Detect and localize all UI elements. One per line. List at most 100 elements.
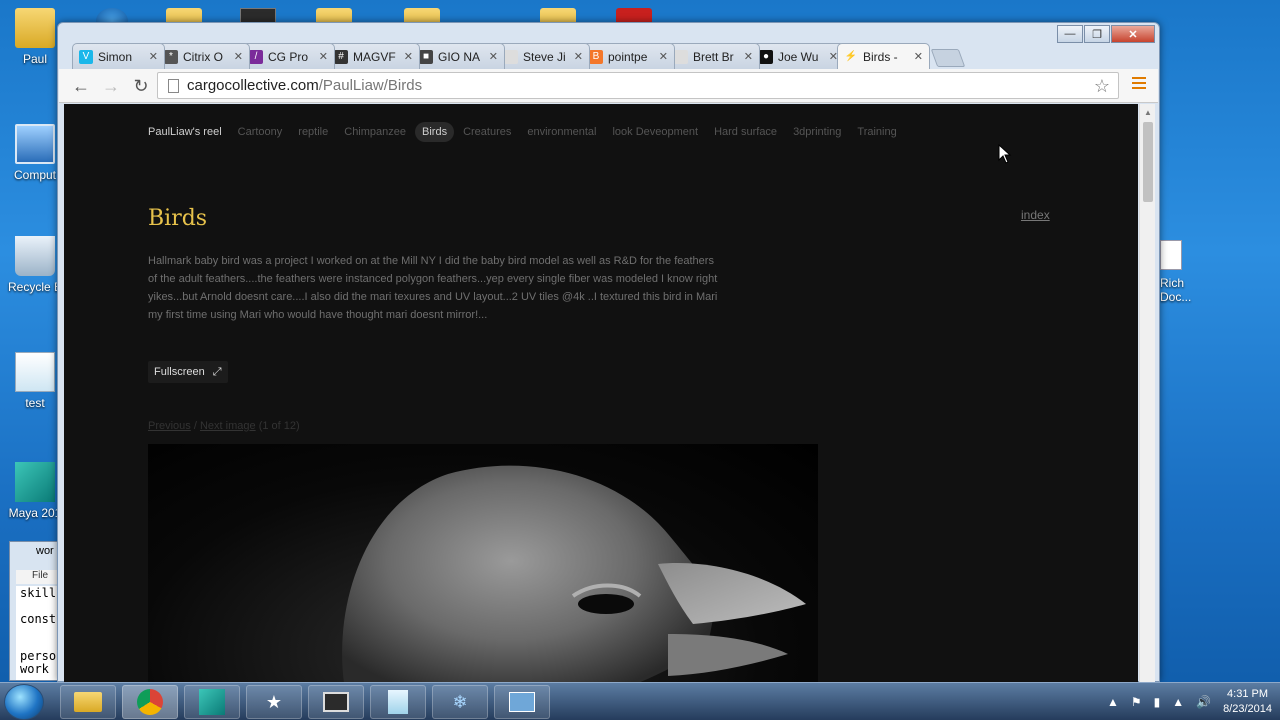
- tab-close-icon[interactable]: ✕: [234, 50, 243, 63]
- taskbar-notepad-button[interactable]: [370, 685, 426, 719]
- site-nav-item[interactable]: 3dprinting: [786, 122, 848, 142]
- bird-head-shape: [342, 465, 718, 683]
- maximize-button[interactable]: ❐: [1084, 25, 1110, 43]
- browser-tab[interactable]: Bpointpe ✕: [582, 43, 675, 69]
- snowflake-icon: ❄: [452, 691, 468, 712]
- notepad-menu-file[interactable]: File: [16, 570, 60, 584]
- taskbar-monitor-button[interactable]: [308, 685, 364, 719]
- tab-close-icon[interactable]: ✕: [744, 50, 753, 63]
- bird-eye-shape: [578, 594, 634, 614]
- show-hidden-icons[interactable]: ▲: [1107, 695, 1119, 709]
- tab-close-icon[interactable]: ✕: [404, 50, 413, 63]
- tab-close-icon[interactable]: ✕: [914, 50, 923, 63]
- notepad-line: perso work: [20, 649, 57, 676]
- folder-icon: [74, 692, 102, 712]
- next-image-link[interactable]: Next image: [200, 420, 256, 432]
- fullscreen-label: Fullscreen: [154, 366, 205, 378]
- tab-favicon-icon: #: [334, 49, 348, 64]
- minimize-button[interactable]: —: [1057, 25, 1083, 43]
- browser-tab[interactable]: V Simon ✕: [72, 43, 165, 69]
- back-button[interactable]: ←: [69, 75, 93, 97]
- tab-favicon-icon: B: [589, 49, 603, 64]
- index-link[interactable]: index: [1021, 208, 1050, 222]
- forward-button[interactable]: →: [99, 75, 123, 97]
- site-nav-item[interactable]: Chimpanzee: [337, 122, 413, 142]
- tab-close-icon[interactable]: ✕: [319, 50, 328, 63]
- browser-tab[interactable]: Steve Ji ✕: [497, 43, 590, 69]
- window-controls: — ❐ ✕: [1057, 25, 1155, 43]
- system-tray: ▲ ⚑ ▮ ▲ 🔊 4:31 PM 8/23/2014: [1107, 683, 1280, 720]
- volume-icon[interactable]: 🔊: [1196, 695, 1211, 709]
- site-nav-item[interactable]: Training: [850, 122, 903, 142]
- flag-icon[interactable]: ⚑: [1131, 695, 1142, 709]
- tab-favicon-icon: ⚡: [844, 49, 858, 64]
- chrome-menu-icon[interactable]: [1132, 77, 1146, 92]
- taskbar-zbrush-button[interactable]: ★: [246, 685, 302, 719]
- browser-tab[interactable]: / CG Pro ✕: [242, 43, 335, 69]
- site-nav-item[interactable]: Cartoony: [231, 122, 290, 142]
- vertical-scrollbar[interactable]: ▲: [1139, 104, 1155, 683]
- tab-favicon-icon: /: [249, 49, 263, 64]
- browser-tab[interactable]: * Citrix O ✕: [157, 43, 250, 69]
- taskbar-app-button[interactable]: [494, 685, 550, 719]
- maya-icon: [199, 689, 225, 715]
- browser-tab[interactable]: # MAGVF ✕: [327, 43, 420, 69]
- previous-link[interactable]: Previous: [148, 420, 191, 432]
- tab-favicon-icon: ●: [759, 49, 773, 64]
- taskbar-chrome-button[interactable]: [122, 685, 178, 719]
- site-nav-item[interactable]: look Deveopment: [605, 122, 705, 142]
- browser-tab[interactable]: ■ GIO NA ✕: [412, 43, 505, 69]
- mouse-cursor-icon: [998, 143, 1012, 169]
- taskbar-snowflake-button[interactable]: ❄: [432, 685, 488, 719]
- browser-tab[interactable]: ● Joe Wu ✕: [752, 43, 845, 69]
- tab-label: Citrix O: [183, 49, 223, 64]
- tab-favicon-icon: *: [164, 49, 178, 64]
- tab-label: Birds -: [863, 49, 898, 64]
- new-tab-button[interactable]: [930, 49, 966, 67]
- folder-icon: [15, 8, 55, 48]
- bird-lower-beak-shape: [668, 634, 788, 676]
- address-bar[interactable]: cargocollective.com/PaulLiaw/Birds ☆: [157, 72, 1119, 99]
- notepad-icon: [388, 690, 408, 714]
- site-nav-item[interactable]: PaulLiaw's reel: [148, 122, 229, 142]
- browser-tab[interactable]: Brett Br ✕: [667, 43, 760, 69]
- document-icon: [1160, 240, 1182, 270]
- computer-icon: [15, 124, 55, 164]
- tab-label: Simon: [98, 49, 133, 64]
- page-title: Birds: [148, 206, 208, 231]
- battery-icon[interactable]: ▮: [1154, 695, 1161, 709]
- fullscreen-button[interactable]: Fullscreen ⤢: [148, 361, 228, 383]
- site-nav-item[interactable]: Hard surface: [707, 122, 784, 142]
- scroll-thumb[interactable]: [1143, 122, 1153, 202]
- reload-button[interactable]: ↻: [129, 75, 153, 97]
- recycle-bin-icon: [15, 236, 55, 276]
- bookmark-star-icon[interactable]: ☆: [1094, 76, 1110, 97]
- tab-close-icon[interactable]: ✕: [659, 50, 668, 63]
- app-window-icon: [509, 692, 535, 712]
- taskbar-explorer-button[interactable]: [60, 685, 116, 719]
- close-window-button[interactable]: ✕: [1111, 25, 1155, 43]
- project-description: Hallmark baby bird was a project I worke…: [148, 255, 718, 321]
- browser-toolbar: ← → ↻ cargocollective.com/PaulLiaw/Birds…: [59, 69, 1158, 103]
- tab-close-icon[interactable]: ✕: [489, 50, 498, 63]
- notepad-window[interactable]: wor File skill const perso work: [9, 541, 60, 681]
- browser-window: — ❐ ✕ V Simon ✕ * Citrix O ✕ / CG Pro ✕ # MAGVF ✕ ■ G…: [57, 22, 1160, 683]
- bird-image[interactable]: [148, 444, 818, 683]
- network-icon[interactable]: ▲: [1172, 695, 1184, 709]
- tab-close-icon[interactable]: ✕: [574, 50, 583, 63]
- system-clock[interactable]: 4:31 PM 8/23/2014: [1223, 687, 1272, 717]
- browser-tab[interactable]: ⚡ Birds - ✕: [837, 43, 930, 69]
- site-nav-item[interactable]: reptile: [291, 122, 335, 142]
- clock-time: 4:31 PM: [1227, 688, 1269, 700]
- notepad-title: wor: [36, 545, 54, 557]
- notepad-text-area[interactable]: skill const perso work: [16, 586, 60, 680]
- tab-close-icon[interactable]: ✕: [149, 50, 158, 63]
- tab-label: MAGVF: [353, 49, 396, 64]
- start-button[interactable]: [4, 684, 44, 720]
- taskbar-maya-button[interactable]: [184, 685, 240, 719]
- site-nav-item[interactable]: Creatures: [456, 122, 518, 142]
- site-nav-item[interactable]: Birds: [415, 122, 455, 142]
- site-nav-item[interactable]: environmental: [520, 122, 603, 142]
- scroll-up-icon[interactable]: ▲: [1144, 108, 1152, 117]
- desktop-icon-rich-doc[interactable]: Rich Doc...: [1160, 240, 1200, 304]
